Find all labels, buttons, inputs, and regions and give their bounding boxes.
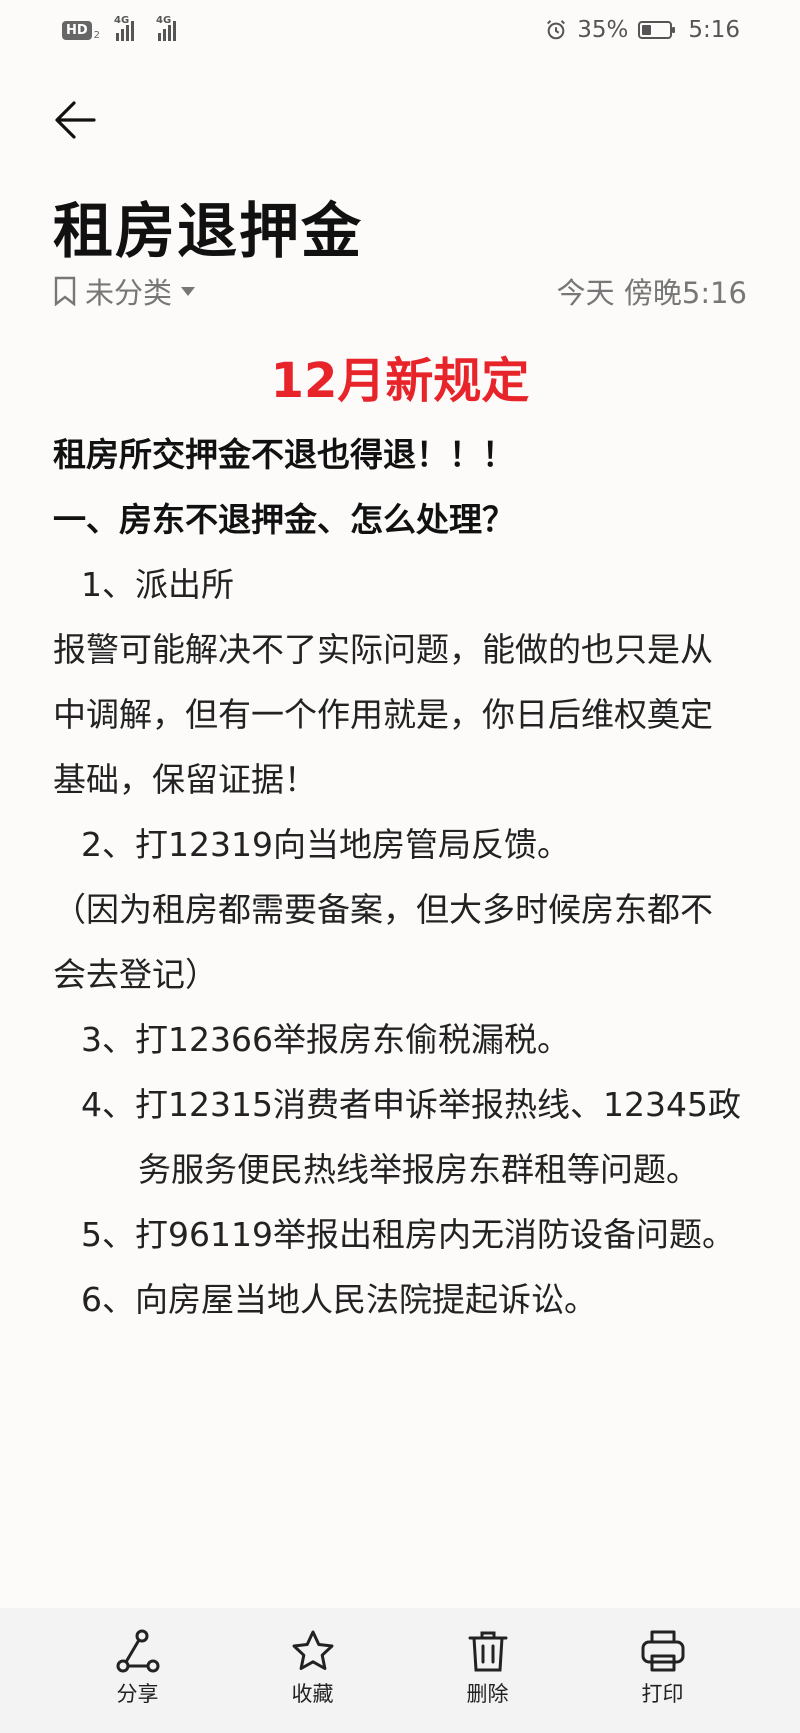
note-line: 6、向房屋当地人民法院提起诉讼。 xyxy=(81,1280,597,1319)
share-label: 分享 xyxy=(116,1682,159,1706)
print-button[interactable]: 打印 xyxy=(608,1628,718,1708)
hd-sub-label: 2 xyxy=(93,29,101,41)
note-headline: 12月新规定 xyxy=(270,353,530,409)
note-line: 5、打96119举报出租房内无消防设备问题。 xyxy=(81,1215,735,1254)
delete-button[interactable]: 删除 xyxy=(433,1628,543,1708)
status-bar-left: HD 2 4G 4G xyxy=(62,15,177,41)
note-paragraph: 报警可能解决不了实际问题，能做的也只是从中调解，但有一个作用就是，你日后维权奠定… xyxy=(53,630,713,799)
network-type-label: 4G xyxy=(114,15,130,26)
note-line: 2、打12319向当地房管局反馈。 xyxy=(81,825,570,864)
category-selector[interactable]: 未分类 xyxy=(53,270,196,312)
trash-icon xyxy=(468,1631,507,1672)
note-paragraph: （因为租房都需要备案，但大多时候房东都不会去登记） xyxy=(53,890,713,994)
status-bar: HD 2 4G 4G 35% 5:16 xyxy=(0,0,800,60)
star-icon xyxy=(292,1630,333,1670)
battery-fill xyxy=(642,25,652,35)
note-meta: 未分类 今天 傍晚5:16 xyxy=(53,271,747,311)
status-bar-right: 35% 5:16 xyxy=(545,17,740,43)
note-timestamp: 今天 傍晚5:16 xyxy=(556,276,747,310)
printer-icon xyxy=(641,1630,684,1672)
clock: 5:16 xyxy=(688,17,740,43)
note-line: 租房所交押金不退也得退！！！ xyxy=(53,435,515,474)
share-button[interactable]: 分享 xyxy=(83,1628,193,1708)
back-button[interactable] xyxy=(52,96,106,150)
note-body[interactable]: 12月新规定 租房所交押金不退也得退！！！ 一、房东不退押金、怎么处理？ 1、派… xyxy=(53,346,753,1332)
bookmark-icon xyxy=(54,276,76,306)
hd-badge: HD xyxy=(62,20,92,40)
note-line: 4、打12315消费者申诉举报热线、12345政务服务便民热线举报房东群租等问题… xyxy=(81,1085,741,1189)
note-line: 一、房东不退押金、怎么处理？ xyxy=(53,500,515,539)
favorite-label: 收藏 xyxy=(291,1682,334,1706)
share-icon xyxy=(116,1629,159,1673)
back-arrow-icon xyxy=(55,101,96,139)
category-label: 未分类 xyxy=(85,276,173,310)
signal-icon: 4G xyxy=(114,15,135,41)
battery-percent: 35% xyxy=(577,17,629,43)
network-type-label: 4G xyxy=(156,15,172,26)
alarm-icon xyxy=(545,19,567,41)
note-line: 3、打12366举报房东偷税漏税。 xyxy=(81,1020,570,1059)
battery-icon xyxy=(638,21,676,39)
delete-label: 删除 xyxy=(466,1682,509,1706)
note-line: 1、派出所 xyxy=(81,565,234,604)
favorite-button[interactable]: 收藏 xyxy=(258,1628,368,1708)
note-title[interactable]: 租房退押金 xyxy=(53,183,363,270)
bottom-action-bar: 分享 收藏 删除 打印 xyxy=(0,1608,800,1733)
print-label: 打印 xyxy=(641,1682,684,1706)
caret-down-icon xyxy=(181,287,196,296)
signal-icon: 4G xyxy=(156,15,177,41)
